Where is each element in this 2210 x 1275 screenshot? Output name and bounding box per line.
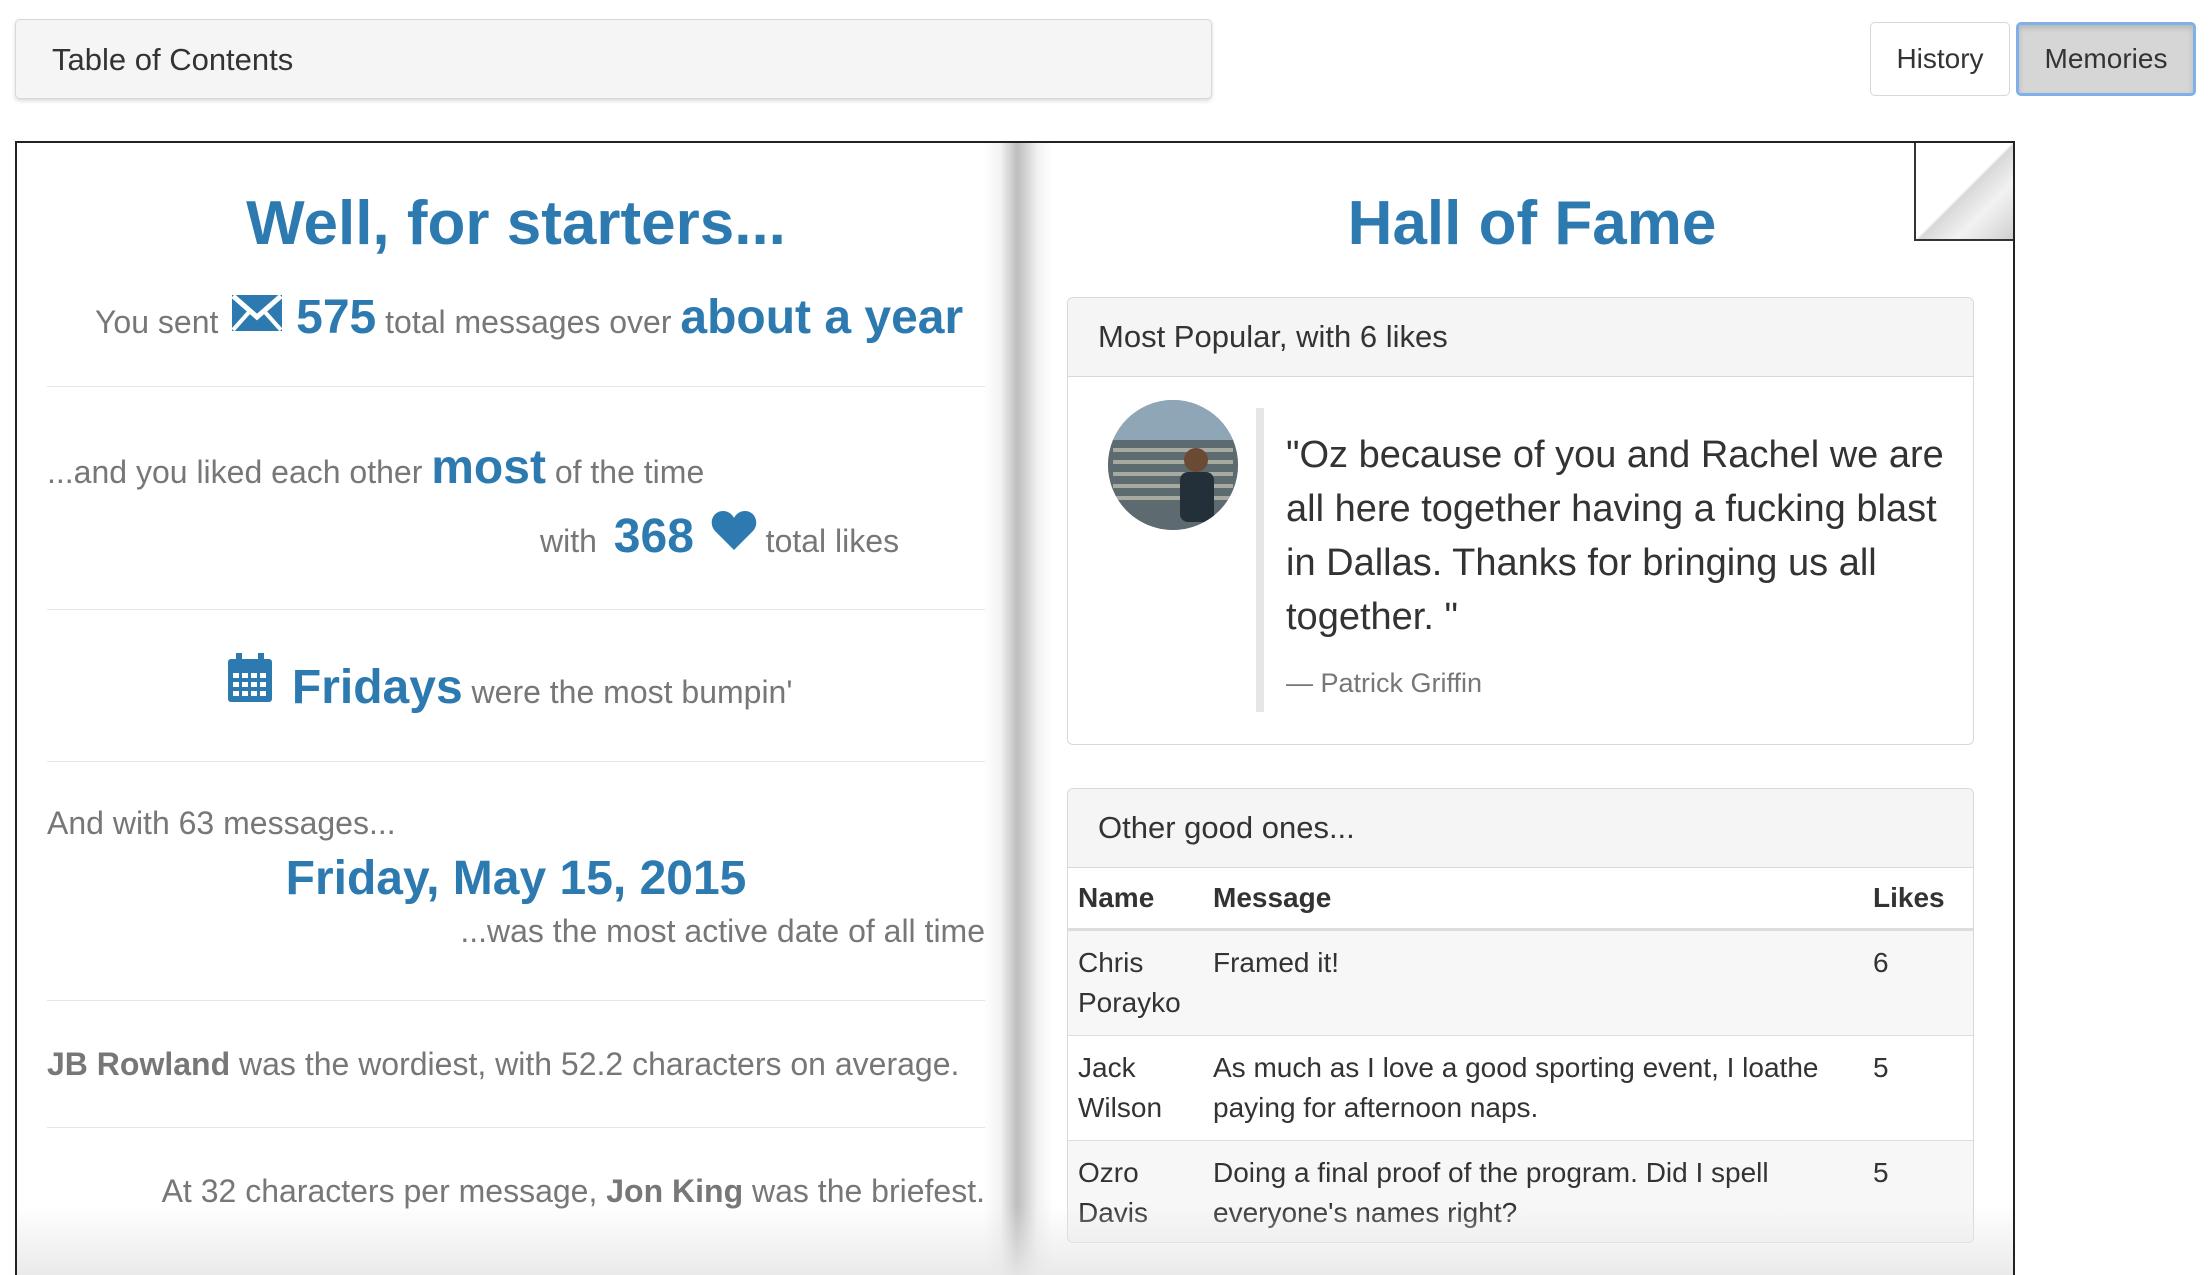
book-spine (983, 143, 1053, 1275)
messages-stat: You sent 575 total messages over about a… (95, 283, 963, 353)
heart-icon (711, 510, 757, 571)
table-row: Chris Porayko Framed it! 6 (1068, 929, 1973, 1036)
memory-book: Well, for starters... You sent 575 total… (15, 141, 2015, 1275)
row-name: Chris Porayko (1068, 929, 1203, 1036)
other-good-ones-title: Other good ones... (1068, 789, 1973, 868)
left-page-title: Well, for starters... (246, 189, 786, 258)
column-header-message: Message (1203, 868, 1863, 931)
column-header-name: Name (1068, 868, 1203, 931)
duration-value: about a year (680, 291, 964, 344)
quote-author: — Patrick Griffin (1286, 668, 1483, 698)
most-popular-panel: Most Popular, with 6 likes "Oz because o… (1067, 297, 1974, 745)
other-good-ones-panel: Other good ones... Name Message Likes Ch… (1067, 788, 1974, 1243)
likes-count: 368 (613, 510, 694, 563)
active-intro: And with 63 messages... (47, 805, 396, 841)
page-turn-corner[interactable] (1914, 143, 2013, 241)
active-date-caption: ...was the most active date of all time (460, 913, 985, 949)
memories-button[interactable]: Memories (2016, 22, 2196, 96)
likes-stat: with 368 total likes (540, 507, 899, 567)
history-button[interactable]: History (1870, 22, 2010, 96)
wordiest-stat: JB Rowland was the wordiest, with 52.2 c… (47, 1046, 960, 1082)
quote-border (1256, 408, 1264, 712)
divider (47, 386, 985, 387)
best-day-stat: Fridays were the most bumpin' (227, 653, 792, 723)
right-page-title: Hall of Fame (1347, 189, 1717, 258)
calendar-icon (227, 653, 273, 727)
row-likes: 5 (1863, 1140, 1973, 1242)
divider (47, 1000, 985, 1001)
divider (47, 1127, 985, 1128)
most-popular-title: Most Popular, with 6 likes (1068, 298, 1973, 377)
row-name: Jack Wilson (1068, 1035, 1203, 1141)
messages-table: Name Message Likes Chris Porayko Framed … (1068, 868, 1973, 1242)
row-likes: 5 (1863, 1035, 1973, 1141)
popular-quote: "Oz because of you and Rachel we are all… (1286, 434, 1944, 638)
column-header-likes: Likes (1863, 868, 1973, 931)
table-row: Ozro Davis Doing a final proof of the pr… (1068, 1140, 1973, 1242)
envelope-icon (231, 287, 283, 357)
briefest-name: Jon King (606, 1173, 744, 1209)
message-count: 575 (296, 291, 377, 344)
active-date: Friday, May 15, 2015 (285, 852, 747, 905)
table-of-contents-button[interactable]: Table of Contents (15, 19, 1212, 99)
divider (47, 761, 985, 762)
best-day: Fridays (291, 661, 463, 714)
row-name: Ozro Davis (1068, 1140, 1203, 1242)
avatar (1108, 400, 1238, 530)
row-message: Framed it! (1203, 929, 1863, 1036)
row-message: As much as I love a good sporting event,… (1203, 1035, 1863, 1141)
liked-stat: ...and you liked each other most of the … (47, 441, 705, 494)
wordiest-name: JB Rowland (47, 1046, 231, 1082)
row-likes: 6 (1863, 929, 1973, 1036)
table-row: Jack Wilson As much as I love a good spo… (1068, 1035, 1973, 1141)
row-message: Doing a final proof of the program. Did … (1203, 1140, 1863, 1242)
briefest-stat: At 32 characters per message, Jon King w… (161, 1173, 985, 1209)
divider (47, 609, 985, 610)
table-header-row: Name Message Likes (1068, 868, 1973, 931)
